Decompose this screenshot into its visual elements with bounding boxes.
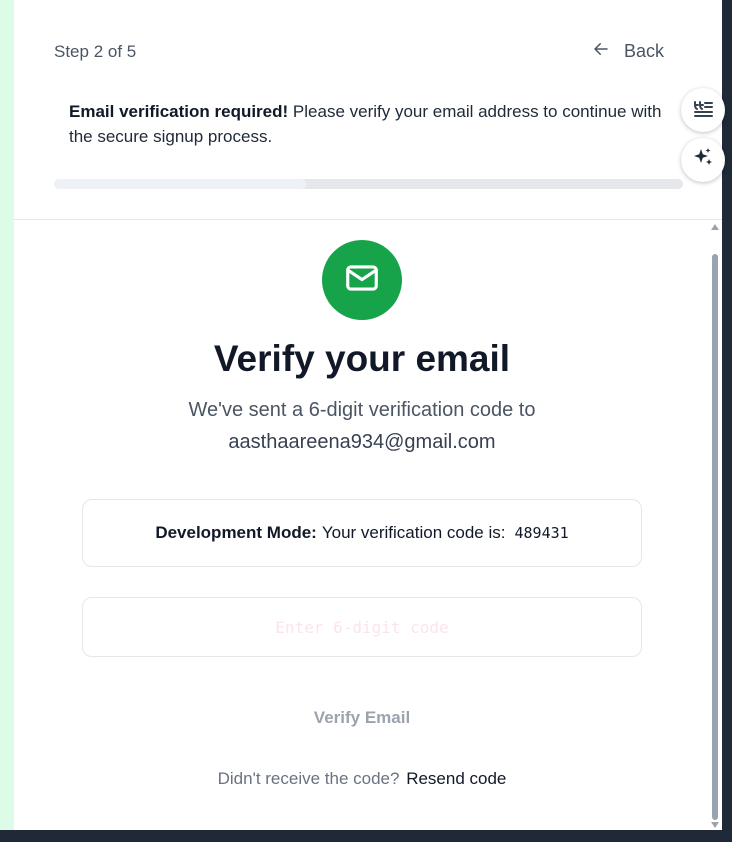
- sparkle-icon: [691, 146, 715, 175]
- quote-icon: [691, 96, 715, 125]
- verify-email-button[interactable]: Verify Email: [254, 700, 470, 736]
- back-button-label: Back: [624, 41, 665, 61]
- scrollbar-thumb[interactable]: [712, 254, 718, 820]
- page-subtitle: We've sent a 6-digit verification code t…: [188, 399, 536, 421]
- step-indicator: Step 2 of 5: [54, 42, 137, 61]
- signup-card: Step 2 of 5 Back Email verification requ…: [14, 0, 722, 830]
- resend-row: Didn't receive the code? Resend code: [14, 769, 710, 789]
- email-address: aasthaareena934@gmail.com: [228, 431, 496, 453]
- resend-prompt: Didn't receive the code?: [217, 769, 400, 788]
- resend-code-link[interactable]: Resend code: [406, 769, 506, 788]
- back-button[interactable]: Back: [592, 40, 664, 63]
- sparkle-button[interactable]: [681, 138, 725, 182]
- header-divider: [14, 219, 722, 220]
- window-edge-bottom: [0, 830, 732, 842]
- dev-mode-box: Development Mode: Your verification code…: [82, 499, 642, 567]
- verification-code: 489431: [514, 524, 569, 542]
- verification-notice: Email verification required! Please veri…: [69, 99, 679, 149]
- dev-mode-label: Development Mode:: [155, 523, 317, 542]
- scrollbar[interactable]: [710, 222, 720, 830]
- mail-icon: [343, 259, 381, 302]
- scroll-up-arrow-icon[interactable]: [711, 224, 719, 230]
- scroll-down-arrow-icon[interactable]: [711, 822, 719, 828]
- page-title: Verify your email: [213, 338, 511, 379]
- notice-bold: Email verification required!: [69, 102, 289, 121]
- progress-bar-fill: [54, 179, 306, 189]
- mail-icon-badge: [322, 240, 402, 320]
- arrow-left-icon: [592, 40, 610, 63]
- left-background-strip: [0, 0, 14, 842]
- progress-bar: [54, 179, 683, 189]
- window-edge-right: [722, 0, 732, 842]
- code-input[interactable]: [82, 597, 642, 657]
- dev-mode-text: Your verification code is:: [321, 523, 506, 542]
- quote-button[interactable]: [681, 88, 725, 132]
